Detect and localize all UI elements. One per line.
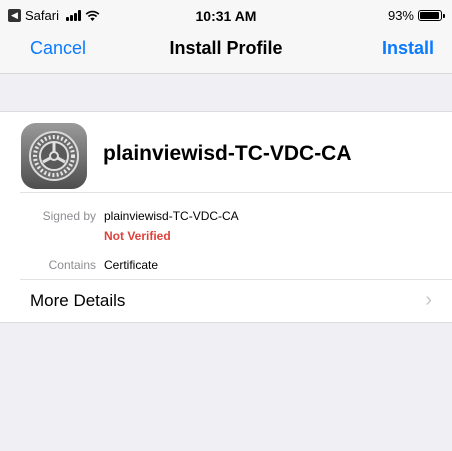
chevron-right-icon: › bbox=[425, 289, 432, 311]
status-right: 93% bbox=[387, 8, 445, 23]
contains-value: Certificate bbox=[104, 258, 159, 272]
battery-icon bbox=[418, 10, 445, 21]
navigation-bar: Cancel Install Profile Install bbox=[0, 30, 452, 74]
profile-card: plainviewisd-TC-VDC-CA Signed by plainvi… bbox=[0, 111, 452, 323]
more-details-row[interactable]: More Details › bbox=[0, 280, 452, 324]
profile-header: plainviewisd-TC-VDC-CA bbox=[0, 112, 452, 192]
signed-by-value: plainviewisd-TC-VDC-CA bbox=[104, 209, 239, 223]
cancel-button[interactable]: Cancel bbox=[30, 38, 86, 59]
contains-label: Contains bbox=[48, 258, 96, 272]
battery-level-fill bbox=[420, 12, 439, 19]
battery-percent: 93% bbox=[387, 8, 414, 23]
settings-gear-icon bbox=[21, 123, 87, 189]
status-time: 10:31 AM bbox=[195, 8, 257, 24]
install-profile-screen: ◀ Safari 10:31 AM 93% Cancel Install Pro… bbox=[0, 0, 452, 451]
verification-status: Not Verified bbox=[104, 229, 171, 243]
more-details-label: More Details bbox=[30, 291, 126, 310]
signed-by-label: Signed by bbox=[42, 209, 96, 223]
status-bar: ◀ Safari 10:31 AM 93% bbox=[0, 0, 452, 30]
profile-name: plainviewisd-TC-VDC-CA bbox=[103, 142, 352, 165]
install-button[interactable]: Install bbox=[382, 38, 434, 59]
divider bbox=[20, 192, 452, 193]
